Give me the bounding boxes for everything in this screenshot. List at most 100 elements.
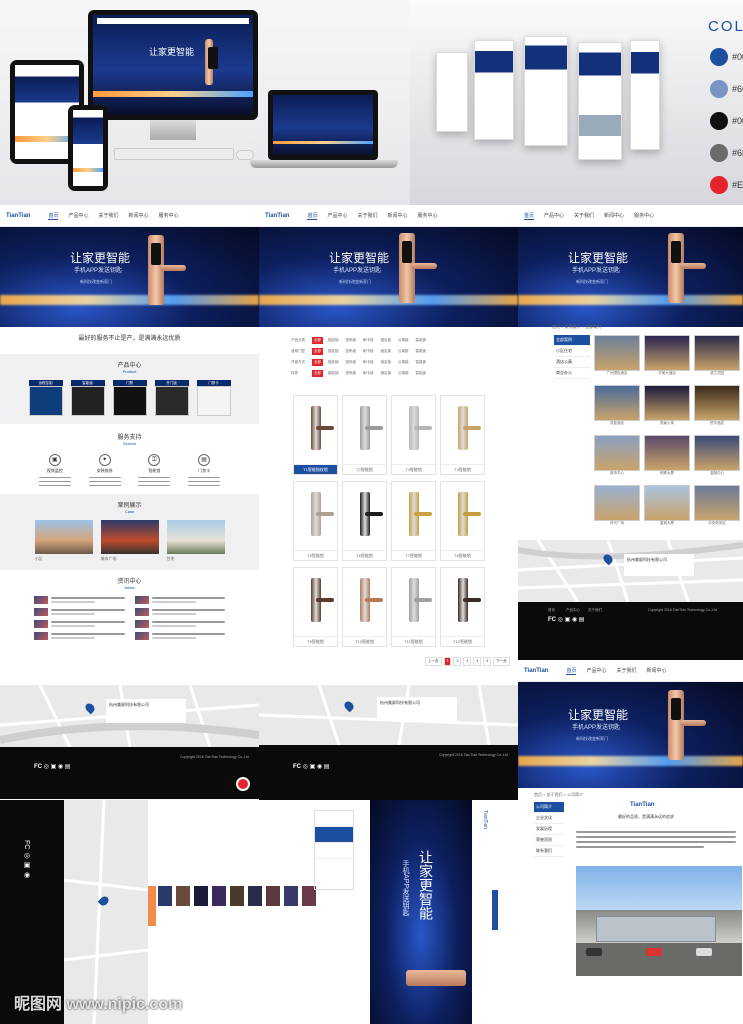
footer-link[interactable]: 产品中心 — [566, 608, 580, 613]
service-item[interactable]: ✦ 安装维修 — [85, 454, 125, 486]
filter-chip[interactable]: 刷卡锁 — [361, 359, 376, 366]
nav-news[interactable]: 新闻中心 — [604, 212, 624, 219]
about-sidebar-item[interactable]: 荣誉资质 — [534, 835, 564, 846]
product-card[interactable]: T1智能指纹锁 — [293, 395, 338, 475]
filter-chip[interactable]: 公寓锁 — [396, 348, 411, 355]
nav-products[interactable]: 产品中心 — [327, 212, 347, 219]
nav-home[interactable]: 首页 — [566, 667, 577, 675]
logo[interactable]: TianTian — [265, 213, 289, 219]
footer-link[interactable]: 首页 — [548, 608, 555, 613]
filter-chip[interactable]: 密码锁 — [344, 359, 359, 366]
case-card[interactable]: 星城大厦 — [644, 485, 690, 529]
case-card[interactable]: 中央商务区 — [694, 485, 740, 529]
case-card[interactable]: 华美大酒店 — [644, 335, 690, 379]
product-card[interactable]: T2智能锁 — [342, 395, 387, 475]
filter-chip[interactable]: 智能锁 — [414, 370, 429, 377]
filter-chip[interactable]: 全部 — [312, 348, 323, 355]
page-button[interactable]: 上一页 — [425, 657, 442, 666]
filter-chip[interactable]: 公寓锁 — [396, 370, 411, 377]
case-card[interactable]: 滨江花园 — [694, 335, 740, 379]
filter-chip[interactable]: 刷卡锁 — [361, 370, 376, 377]
news-item[interactable] — [34, 596, 125, 604]
case-card[interactable]: 明珠大厦 — [644, 435, 690, 479]
case-card[interactable]: 悦华酒店 — [694, 385, 740, 429]
product-tile[interactable]: 智能锁 — [70, 380, 105, 416]
mobile-thumb[interactable] — [212, 886, 226, 906]
product-card[interactable]: T7智能锁 — [391, 481, 436, 561]
footer-link[interactable]: 关于我们 — [588, 608, 602, 613]
nav-home[interactable]: 首页 — [524, 212, 535, 220]
product-card[interactable]: T12智能锁 — [440, 567, 485, 647]
product-card[interactable]: T6智能锁 — [342, 481, 387, 561]
case-thumb[interactable]: 住宅 — [166, 520, 225, 562]
filter-chip[interactable]: 指纹锁 — [326, 337, 341, 344]
filter-chip[interactable]: 指纹锁 — [326, 359, 341, 366]
filter-chip[interactable]: 公寓锁 — [396, 337, 411, 344]
nav-news[interactable]: 新闻中心 — [129, 212, 149, 219]
filter-chip[interactable]: 公寓锁 — [396, 359, 411, 366]
filter-chip[interactable]: 密码锁 — [344, 337, 359, 344]
page-button[interactable]: 5 — [483, 657, 492, 666]
service-item[interactable]: ▣ 视频监控 — [35, 454, 75, 486]
filter-chip[interactable]: 酒店锁 — [379, 359, 394, 366]
mobile-thumb[interactable] — [194, 886, 208, 906]
news-item[interactable] — [34, 620, 125, 628]
sidebar-item[interactable]: 商业办公 — [554, 368, 590, 379]
service-item[interactable]: ▤ 门禁卡 — [184, 454, 224, 486]
about-sidebar-item[interactable]: 公司简介 — [534, 802, 564, 813]
product-card[interactable]: T5智能锁 — [293, 481, 338, 561]
filter-chip[interactable]: 全部 — [312, 359, 323, 366]
nav-about[interactable]: 关于我们 — [574, 212, 594, 219]
sidebar-item[interactable]: 小区住宅 — [554, 346, 590, 357]
product-card[interactable]: T8智能锁 — [440, 481, 485, 561]
about-sidebar-item[interactable]: 联系我们 — [534, 846, 564, 857]
page-button[interactable]: 4 — [473, 657, 482, 666]
product-card[interactable]: T3智能锁 — [391, 395, 436, 475]
about-sidebar-item[interactable]: 企业文化 — [534, 813, 564, 824]
case-card[interactable]: 丽景公寓 — [644, 385, 690, 429]
about-sidebar-item[interactable]: 发展历程 — [534, 824, 564, 835]
news-item[interactable] — [134, 632, 225, 640]
page-button[interactable]: 2 — [453, 657, 462, 666]
news-item[interactable] — [134, 608, 225, 616]
filter-chip[interactable]: 智能锁 — [414, 359, 429, 366]
product-tile[interactable]: 开门锁 — [154, 380, 189, 416]
filter-chip[interactable]: 酒店锁 — [379, 370, 394, 377]
product-card[interactable]: T11智能锁 — [391, 567, 436, 647]
filter-chip[interactable]: 全部 — [312, 370, 323, 377]
case-card[interactable]: 凯旋酒店 — [594, 385, 640, 429]
product-card[interactable]: T9智能锁 — [293, 567, 338, 647]
nav-products[interactable]: 产品中心 — [68, 212, 88, 219]
mobile-thumb[interactable] — [248, 886, 262, 906]
nav-service[interactable]: 服务中心 — [159, 212, 179, 219]
nav-about[interactable]: 关于我们 — [98, 212, 118, 219]
filter-chip[interactable]: 刷卡锁 — [361, 348, 376, 355]
logo[interactable]: TianTian — [524, 668, 548, 674]
filter-chip[interactable]: 酒店锁 — [379, 348, 394, 355]
page-button[interactable]: 1 — [443, 657, 452, 666]
filter-chip[interactable]: 指纹锁 — [326, 370, 341, 377]
filter-chip[interactable]: 指纹锁 — [326, 348, 341, 355]
mobile-thumb[interactable] — [176, 886, 190, 906]
nav-products[interactable]: 产品中心 — [544, 212, 564, 219]
filter-chip[interactable]: 密码锁 — [344, 370, 359, 377]
news-item[interactable] — [134, 596, 225, 604]
sidebar-item[interactable]: 酒店公寓 — [554, 357, 590, 368]
filter-chip[interactable]: 智能锁 — [414, 337, 429, 344]
case-card[interactable]: 广州国际酒店 — [594, 335, 640, 379]
filter-chip[interactable]: 密码锁 — [344, 348, 359, 355]
news-item[interactable] — [34, 632, 125, 640]
nav-service[interactable]: 服务中心 — [634, 212, 654, 219]
product-tile[interactable]: 门禁卡 — [196, 380, 231, 416]
product-card[interactable]: T4智能锁 — [440, 395, 485, 475]
logo[interactable]: TianTian — [482, 810, 488, 829]
filter-chip[interactable]: 刷卡锁 — [361, 337, 376, 344]
case-card[interactable]: 时代广场 — [594, 485, 640, 529]
filter-chip[interactable]: 智能锁 — [414, 348, 429, 355]
product-card[interactable]: T10智能锁 — [342, 567, 387, 647]
page-button[interactable]: 下一页 — [493, 657, 510, 666]
nav-news[interactable]: 新闻中心 — [647, 667, 667, 674]
logo[interactable]: TianTian — [6, 213, 30, 219]
nav-news[interactable]: 新闻中心 — [388, 212, 408, 219]
mobile-thumb[interactable] — [158, 886, 172, 906]
